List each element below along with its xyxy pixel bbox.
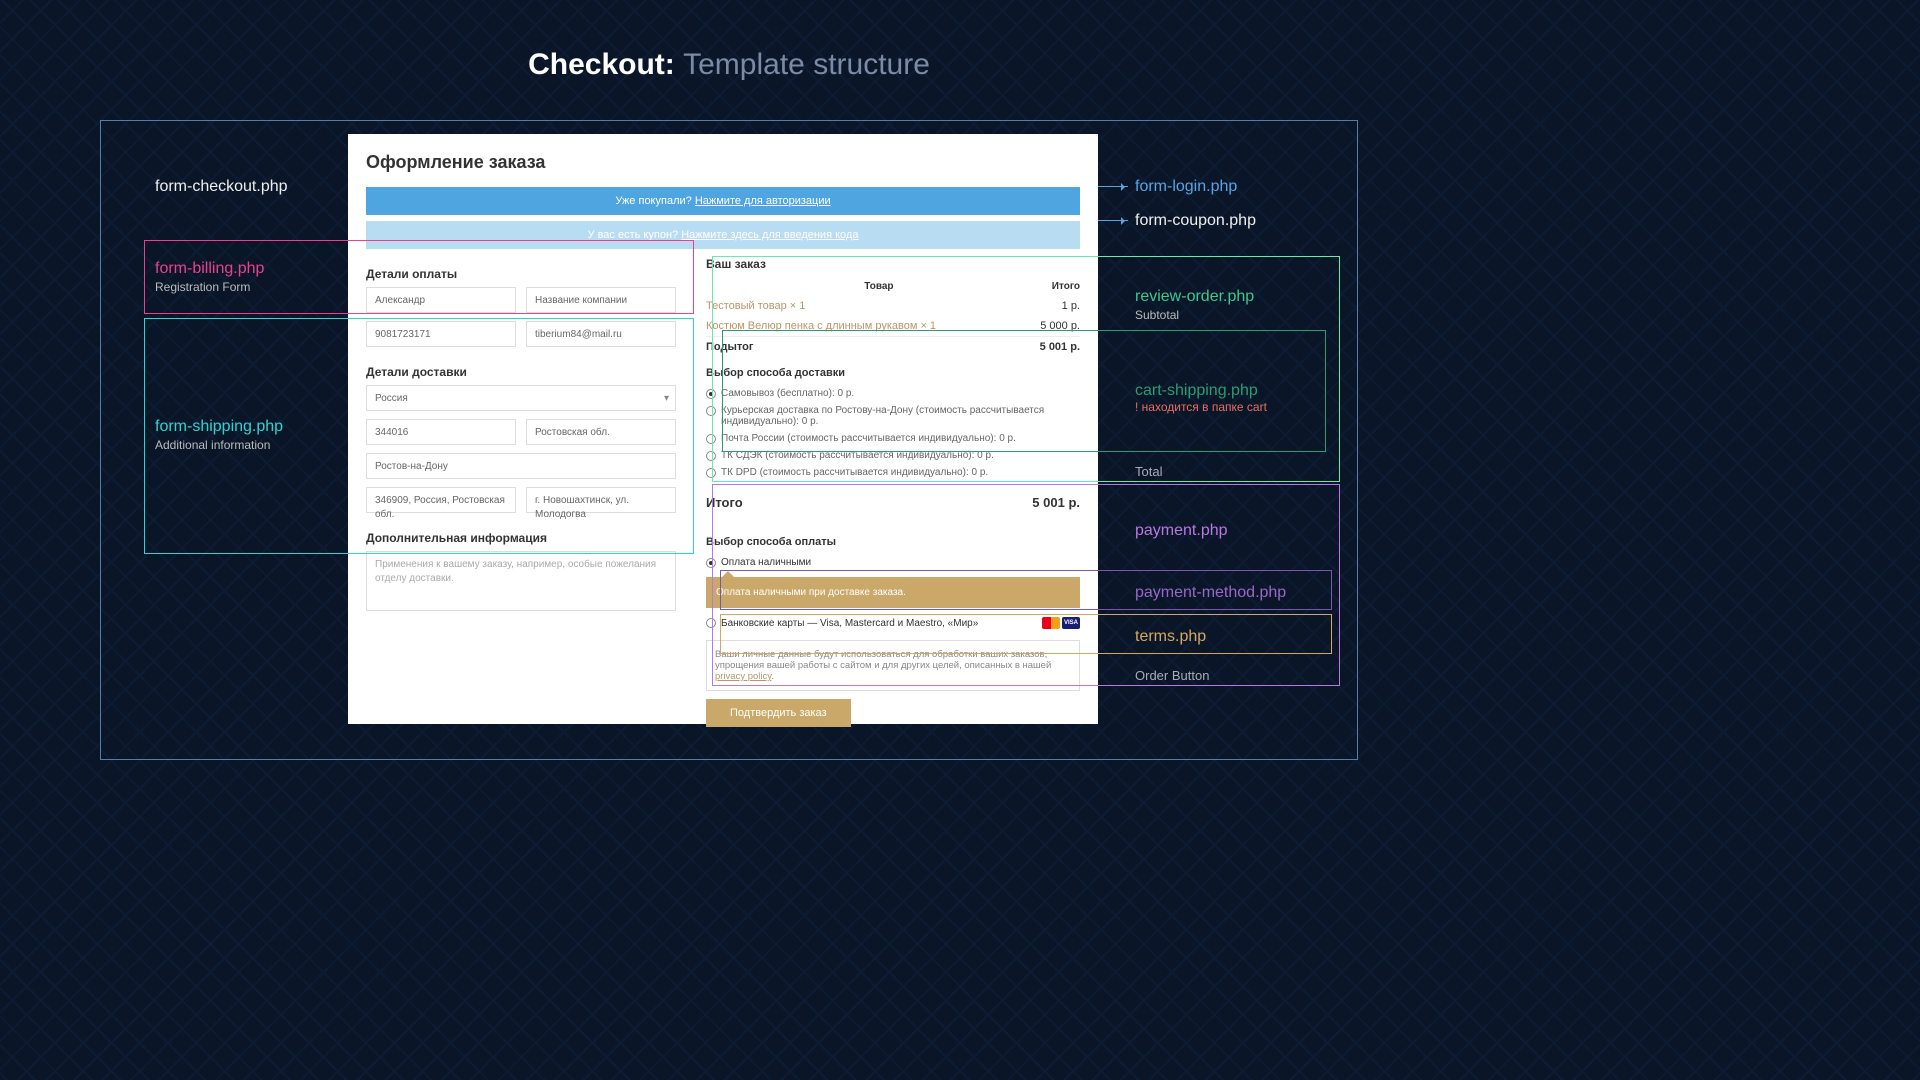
addr2-field[interactable]: г. Новошахтинск, ул. Молодогва [526, 487, 676, 513]
anno-cart-shipping: cart-shipping.php ! находится в папке ca… [1135, 382, 1267, 414]
anno-form-billing: form-billing.php Registration Form [155, 260, 264, 294]
radio-icon [706, 451, 716, 461]
arrow-icon [1098, 186, 1128, 187]
name-field[interactable]: Александр [366, 287, 516, 313]
ship-heading: Выбор способа доставки [706, 367, 1080, 379]
anno-form-shipping: form-shipping.php Additional information [155, 418, 283, 452]
country-select[interactable]: Россия▾ [366, 385, 676, 411]
visa-icon: VISA [1062, 617, 1080, 629]
order-header-row: Товар Итого [706, 277, 1080, 296]
order-item: Костюм Велюр пенка с длинным рукавом × 1… [706, 316, 1080, 336]
radio-icon [706, 406, 716, 416]
checkout-mock: Оформление заказа Уже покупали? Нажмите … [348, 134, 1098, 724]
mastercard-icon [1042, 617, 1060, 629]
phone-field[interactable]: 9081723171 [366, 321, 516, 347]
region-field[interactable]: Ростовская обл. [526, 419, 676, 445]
notes-textarea[interactable]: Применения к вашему заказу, например, ос… [366, 551, 676, 611]
anno-payment: payment.php [1135, 522, 1228, 540]
email-field[interactable]: tiberium84@mail.ru [526, 321, 676, 347]
ship-option[interactable]: Самовывоз (бесплатно): 0 р. [706, 385, 1080, 402]
order-item: Тестовый товар × 1 1 р. [706, 296, 1080, 316]
ship-option[interactable]: Курьерская доставка по Ростову-на-Дону (… [706, 402, 1080, 430]
city-field[interactable]: Ростов-на-Дону [366, 453, 676, 479]
ship-option[interactable]: ТК СДЭК (стоимость рассчитывается индиви… [706, 447, 1080, 464]
anno-review-order: review-order.php Subtotal [1135, 288, 1254, 322]
order-heading: Ваш заказ [706, 257, 1080, 271]
anno-payment-method: payment-method.php [1135, 584, 1286, 602]
subtotal-row: Подытог 5 001 р. [706, 336, 1080, 357]
total-row: Итого 5 001 р. [706, 487, 1080, 518]
anno-total: Total [1135, 464, 1162, 479]
radio-icon [706, 468, 716, 478]
payment-option-cash[interactable]: Оплата наличными [706, 554, 1080, 571]
zip-field[interactable]: 344016 [366, 419, 516, 445]
privacy-link[interactable]: privacy policy [715, 671, 771, 682]
login-link[interactable]: Нажмите для авторизации [695, 195, 831, 207]
slide-title: Checkout: Template structure [0, 48, 1458, 82]
login-banner[interactable]: Уже покупали? Нажмите для авторизации [366, 187, 1080, 215]
billing-heading: Детали оплаты [366, 267, 676, 281]
radio-icon [706, 434, 716, 444]
coupon-banner[interactable]: У вас есть купон? Нажмите здесь для введ… [366, 221, 1080, 249]
ship-option[interactable]: ТК DPD (стоимость рассчитывается индивид… [706, 464, 1080, 481]
ship-option[interactable]: Почта России (стоимость рассчитывается и… [706, 430, 1080, 447]
radio-icon [706, 558, 716, 568]
payment-option-card[interactable]: Банковские карты — Visa, Mastercard и Ma… [706, 614, 1080, 632]
payment-note: Оплата наличными при доставке заказа. [706, 577, 1080, 608]
anno-form-checkout: form-checkout.php [155, 178, 288, 196]
company-field[interactable]: Название компании [526, 287, 676, 313]
page-title: Оформление заказа [366, 152, 1080, 173]
radio-icon [706, 389, 716, 399]
terms-text: Ваши личные данные будут использоваться … [706, 640, 1080, 691]
shipping-heading: Детали доставки [366, 365, 676, 379]
anno-form-login: form-login.php [1135, 178, 1237, 196]
payment-heading: Выбор способа оплаты [706, 536, 1080, 548]
anno-order-button: Order Button [1135, 668, 1209, 683]
arrow-icon [1098, 220, 1128, 221]
coupon-link[interactable]: Нажмите здесь для введения кода [681, 229, 858, 241]
addr1-field[interactable]: 346909, Россия, Ростовская обл. [366, 487, 516, 513]
radio-icon [706, 618, 716, 628]
extra-heading: Дополнительная информация [366, 531, 676, 545]
confirm-button[interactable]: Подтвердить заказ [706, 699, 851, 727]
anno-terms: terms.php [1135, 628, 1206, 646]
anno-form-coupon: form-coupon.php [1135, 212, 1256, 230]
